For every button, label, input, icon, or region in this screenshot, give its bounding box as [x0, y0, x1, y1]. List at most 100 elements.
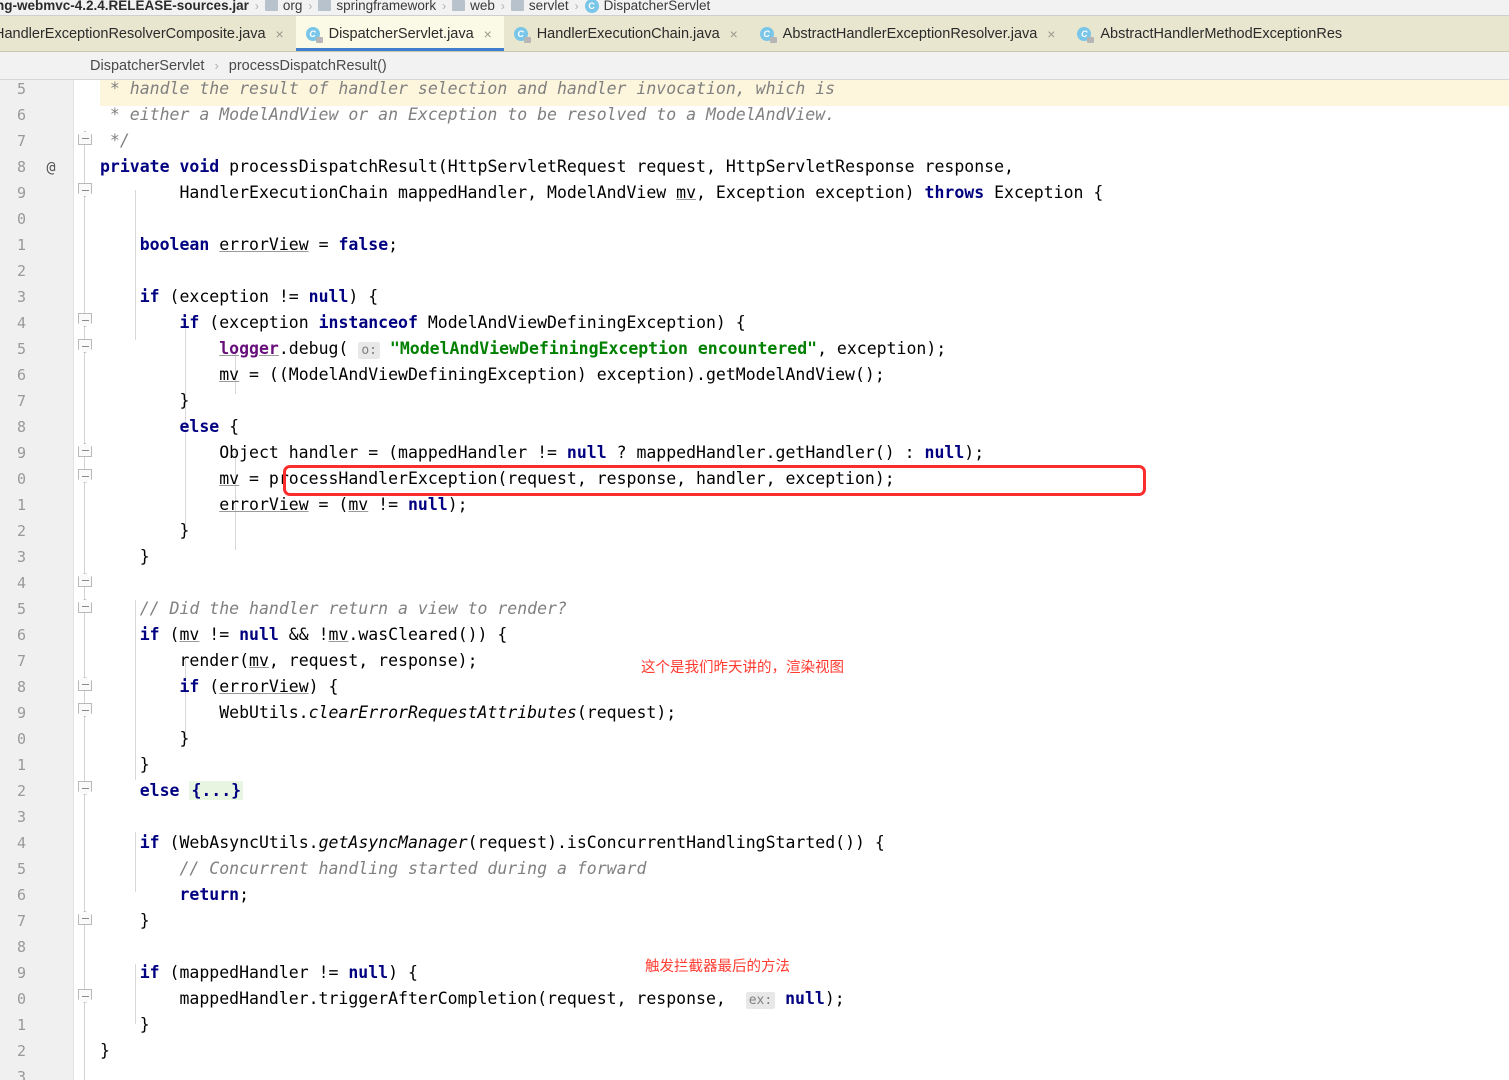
breadcrumb-item-web[interactable]: web — [452, 0, 495, 13]
line-number: 8 — [16, 678, 26, 696]
structure-breadcrumb[interactable]: DispatcherServlet › processDispatchResul… — [0, 52, 1509, 80]
code-line[interactable] — [100, 804, 110, 830]
readonly-lock-icon — [315, 36, 323, 43]
line-number: 7 — [16, 132, 26, 150]
ide-window: ng-webmvc-4.2.4.RELEASE-sources.jar › or… — [0, 0, 1509, 1080]
folder-icon — [264, 0, 278, 11]
line-number: 3 — [16, 808, 26, 826]
breadcrumb-item-jar[interactable]: ng-webmvc-4.2.4.RELEASE-sources.jar — [0, 0, 249, 13]
tab-dispatcherservlet[interactable]: C DispatcherServlet.java × — [295, 16, 504, 51]
breadcrumb-separator: › — [574, 0, 579, 13]
code-line[interactable]: * either a ModelAndView or an Exception … — [100, 102, 835, 128]
folder-icon — [318, 0, 332, 11]
breadcrumb-separator: › — [442, 0, 447, 13]
code-line[interactable]: if (mappedHandler != null) { — [100, 960, 418, 986]
tab-label: DispatcherServlet.java — [328, 25, 474, 42]
annotation-render-note: 这个是我们昨天讲的，渲染视图 — [641, 660, 844, 676]
code-line[interactable]: render(mv, request, response); — [100, 648, 477, 674]
tab-handlerexceptionresolvercomposite[interactable]: HandlerExceptionResolverComposite.java × — [0, 16, 296, 51]
line-number: 2 — [16, 782, 26, 800]
line-number: 4 — [16, 574, 26, 592]
line-number: 1 — [16, 496, 26, 514]
java-class-icon: C — [305, 26, 323, 43]
code-content[interactable]: * handle the result of handler selection… — [100, 80, 1509, 1080]
code-line[interactable]: WebUtils.clearErrorRequestAttributes(req… — [100, 700, 676, 726]
line-number: 2 — [16, 522, 26, 540]
code-line[interactable] — [100, 934, 110, 960]
code-line[interactable] — [100, 570, 110, 596]
close-icon[interactable]: × — [482, 27, 494, 41]
code-line[interactable]: HandlerExecutionChain mappedHandler, Mod… — [100, 180, 1103, 206]
code-line[interactable]: // Concurrent handling started during a … — [100, 856, 646, 882]
code-line[interactable]: Object handler = (mappedHandler != null … — [100, 440, 984, 466]
code-line[interactable]: } — [100, 1012, 150, 1038]
code-line[interactable] — [100, 206, 110, 232]
breadcrumb-item-springframework[interactable]: springframework — [318, 0, 436, 13]
code-line[interactable]: else { — [100, 414, 239, 440]
line-number: 8 — [16, 938, 26, 956]
breadcrumb-separator: › — [308, 0, 313, 13]
code-line[interactable]: } — [100, 1038, 110, 1064]
code-line-highlighted[interactable]: mv = processHandlerException(request, re… — [100, 466, 895, 492]
tab-handlerexecutionchain[interactable]: C HandlerExecutionChain.java × — [503, 16, 750, 51]
code-line[interactable]: boolean errorView = false; — [100, 232, 398, 258]
breadcrumb-item-org[interactable]: org — [264, 0, 302, 13]
code-line[interactable]: return; — [100, 882, 249, 908]
code-line[interactable]: if (mv != null && !mv.wasCleared()) { — [100, 622, 508, 648]
code-line[interactable]: mv = ((ModelAndViewDefiningException) ex… — [100, 362, 885, 388]
line-number: 1 — [16, 236, 26, 254]
close-icon[interactable]: × — [1045, 27, 1057, 41]
breadcrumb-item-servlet[interactable]: servlet — [510, 0, 569, 13]
param-hint-ex: ex: — [745, 992, 776, 1009]
code-line[interactable]: // Did the handler return a view to rend… — [100, 596, 567, 622]
code-line[interactable]: private void processDispatchResult(HttpS… — [100, 154, 1014, 180]
tab-abstracthandlerexceptionresolver[interactable]: C AbstractHandlerExceptionResolver.java … — [749, 16, 1068, 51]
breadcrumb-item-dispatcherservlet[interactable]: C DispatcherServlet — [584, 0, 710, 13]
breadcrumb-separator: › — [214, 58, 219, 73]
line-number: 2 — [16, 262, 26, 280]
line-number-gutter[interactable]: 5 6 7 8 9 0 1 2 3 4 5 6 7 8 9 0 1 2 3 4 … — [0, 80, 74, 1080]
code-line[interactable]: if (errorView) { — [100, 674, 338, 700]
code-line[interactable]: if (exception instanceof ModelAndViewDef… — [100, 310, 745, 336]
line-number: 8 — [16, 418, 26, 436]
code-line[interactable]: } — [100, 388, 189, 414]
annotation-gutter-icon[interactable]: @ — [40, 154, 62, 180]
code-line[interactable]: if (exception != null) { — [100, 284, 378, 310]
code-line[interactable]: logger.debug( o: "ModelAndViewDefiningEx… — [100, 336, 946, 362]
line-number: 7 — [16, 392, 26, 410]
code-line[interactable] — [100, 258, 110, 284]
code-line[interactable]: } — [100, 544, 150, 570]
line-number: 6 — [16, 626, 26, 644]
line-number: 9 — [16, 704, 26, 722]
java-class-icon: C — [1077, 26, 1095, 43]
line-number: 9 — [16, 444, 26, 462]
close-icon[interactable]: × — [274, 27, 286, 41]
line-number: 2 — [16, 1042, 26, 1060]
code-line[interactable]: mappedHandler.triggerAfterCompletion(req… — [100, 986, 845, 1012]
readonly-lock-icon — [1087, 36, 1095, 43]
line-number: 7 — [16, 912, 26, 930]
line-number: 3 — [16, 288, 26, 306]
code-line[interactable]: } — [100, 518, 189, 544]
java-class-icon: C — [759, 26, 777, 43]
breadcrumb-class[interactable]: DispatcherServlet — [90, 58, 204, 74]
code-line[interactable]: } — [100, 908, 150, 934]
code-line[interactable]: else {...} — [100, 778, 244, 804]
tab-abstracthandlermethodexceptionresolver[interactable]: C AbstractHandlerMethodExceptionRes — [1067, 16, 1361, 51]
folded-code-region[interactable]: {...} — [189, 781, 244, 800]
web-label: web — [470, 0, 495, 13]
editor-tab-bar[interactable]: HandlerExceptionResolverComposite.java ×… — [0, 16, 1509, 52]
code-line[interactable]: * handle the result of handler selection… — [100, 80, 835, 102]
close-icon[interactable]: × — [728, 27, 740, 41]
code-line[interactable]: if (WebAsyncUtils.getAsyncManager(reques… — [100, 830, 885, 856]
tab-label: AbstractHandlerMethodExceptionRes — [1100, 25, 1343, 42]
code-line[interactable]: */ — [100, 128, 130, 154]
breadcrumb-method[interactable]: processDispatchResult() — [229, 58, 387, 74]
code-line[interactable]: } — [100, 752, 150, 778]
line-number: 0 — [16, 730, 26, 748]
code-line[interactable]: errorView = (mv != null); — [100, 492, 467, 518]
folder-icon — [510, 0, 524, 11]
code-editor[interactable]: 5 6 7 8 9 0 1 2 3 4 5 6 7 8 9 0 1 2 3 4 … — [0, 80, 1509, 1080]
code-line[interactable]: } — [100, 726, 189, 752]
file-path-breadcrumb[interactable]: ng-webmvc-4.2.4.RELEASE-sources.jar › or… — [0, 0, 1509, 16]
